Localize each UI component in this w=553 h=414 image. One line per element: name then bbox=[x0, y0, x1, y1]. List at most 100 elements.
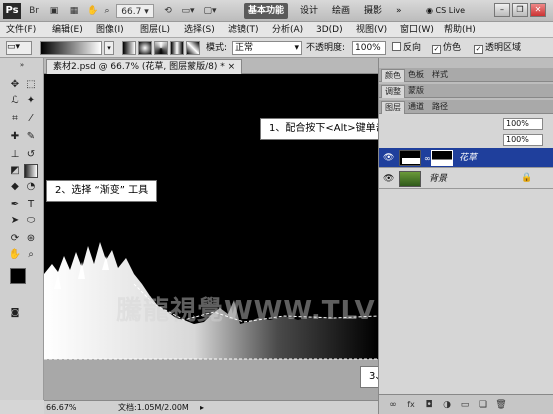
menu-edit[interactable]: 编辑(E) bbox=[52, 24, 83, 36]
tab-masks[interactable]: 蒙版 bbox=[405, 85, 427, 98]
move-tool-icon[interactable]: ✥ bbox=[8, 78, 22, 92]
tool-preset-picker[interactable]: ▭▾ bbox=[6, 41, 32, 55]
reverse-checkbox[interactable]: 反向 bbox=[392, 42, 421, 54]
transparency-checkbox-box[interactable]: ✓ bbox=[474, 45, 483, 54]
diamond-gradient-button[interactable] bbox=[186, 41, 200, 55]
tab-paths[interactable]: 路径 bbox=[429, 101, 451, 114]
zoom-tool-icon[interactable]: ⌕ bbox=[24, 248, 38, 262]
marquee-tool-icon[interactable]: ⬚ bbox=[24, 78, 38, 92]
3d-rotate-tool-icon[interactable]: ⟳ bbox=[8, 232, 22, 246]
menu-view[interactable]: 视图(V) bbox=[356, 24, 387, 36]
blur-tool-icon[interactable]: ◆ bbox=[8, 180, 22, 194]
tab-swatches[interactable]: 色板 bbox=[405, 69, 427, 82]
eye-icon[interactable]: 👁 bbox=[383, 153, 394, 163]
menu-layer[interactable]: 图层(L) bbox=[140, 24, 170, 36]
workspace-essentials-button[interactable]: 基本功能 bbox=[244, 3, 289, 19]
crop-tool-icon[interactable]: ⌗ bbox=[8, 112, 22, 126]
linear-gradient-button[interactable] bbox=[122, 41, 136, 55]
gradient-tool-icon[interactable] bbox=[24, 164, 38, 178]
radial-gradient-button[interactable] bbox=[138, 41, 152, 55]
zoom-view-icon[interactable]: ⌕ bbox=[100, 4, 114, 18]
menu-filter[interactable]: 滤镜(T) bbox=[228, 24, 259, 36]
pen-tool-icon[interactable]: ✒ bbox=[8, 198, 22, 212]
layer-fill-input[interactable]: 100% bbox=[503, 134, 543, 146]
hand-tool-icon[interactable]: ✋ bbox=[8, 248, 22, 262]
hand-view-icon[interactable]: ✋ bbox=[86, 4, 100, 18]
bridge-icon[interactable]: Br bbox=[26, 4, 42, 18]
close-button[interactable]: ✕ bbox=[530, 3, 546, 17]
menu-image[interactable]: 图像(I) bbox=[96, 24, 124, 36]
zoom-status[interactable]: 66.67% bbox=[46, 401, 77, 414]
mode-select[interactable]: 正常 ▾ bbox=[232, 41, 302, 55]
angle-gradient-button[interactable] bbox=[154, 41, 168, 55]
opacity-input[interactable]: 100% bbox=[352, 41, 386, 55]
layer-thumbnail[interactable] bbox=[399, 171, 421, 187]
shape-tool-icon[interactable]: ⬭ bbox=[24, 214, 38, 228]
layer-opacity-input[interactable]: 100% bbox=[503, 118, 543, 130]
gradient-picker-arrow[interactable]: ▾ bbox=[104, 41, 114, 55]
gradient-picker[interactable] bbox=[40, 41, 102, 55]
3d-orbit-tool-icon[interactable]: ⊛ bbox=[24, 232, 38, 246]
magic-wand-tool-icon[interactable]: ✦ bbox=[24, 94, 38, 108]
tools-collapse-icon[interactable]: » bbox=[4, 62, 40, 69]
minimize-button[interactable]: – bbox=[494, 3, 510, 17]
workspace-photography-button[interactable]: 摄影 bbox=[360, 3, 386, 19]
menu-3d[interactable]: 3D(D) bbox=[316, 24, 343, 36]
tab-layers[interactable]: 图层 bbox=[381, 101, 405, 114]
cs-live-button[interactable]: ◉ CS Live bbox=[422, 3, 469, 19]
history-brush-tool-icon[interactable]: ↺ bbox=[24, 148, 38, 162]
layer-name-huacao[interactable]: 花草 bbox=[459, 152, 477, 164]
tab-color[interactable]: 颜色 bbox=[381, 69, 405, 82]
new-group-icon[interactable]: ▭ bbox=[459, 399, 471, 411]
transparency-checkbox[interactable]: ✓ 透明区域 bbox=[474, 42, 521, 54]
tab-styles[interactable]: 样式 bbox=[429, 69, 451, 82]
layer-row-huacao[interactable]: 👁 ∞ 花草 bbox=[379, 148, 553, 168]
menu-window[interactable]: 窗口(W) bbox=[400, 24, 434, 36]
menu-file[interactable]: 文件(F) bbox=[6, 24, 36, 36]
delete-layer-icon[interactable]: 🗑 bbox=[495, 399, 507, 411]
menu-analysis[interactable]: 分析(A) bbox=[272, 24, 303, 36]
quick-mask-icon[interactable]: ◙ bbox=[8, 306, 22, 320]
tab-channels[interactable]: 通道 bbox=[405, 101, 427, 114]
dodge-tool-icon[interactable]: ◔ bbox=[24, 180, 38, 194]
workspace-painting-button[interactable]: 绘画 bbox=[328, 3, 354, 19]
adjustment-layer-icon[interactable]: ◑ bbox=[441, 399, 453, 411]
dither-checkbox-box[interactable]: ✓ bbox=[432, 45, 441, 54]
guides-icon[interactable]: ▦ bbox=[66, 4, 82, 18]
menu-help[interactable]: 帮助(H) bbox=[444, 24, 476, 36]
document-tab[interactable]: 素材2.psd @ 66.7% (花草, 图层蒙版/8) * × bbox=[46, 59, 243, 74]
rotate-view-icon[interactable]: ⟲ bbox=[160, 4, 176, 18]
layer-name-background[interactable]: 背景 bbox=[429, 173, 447, 185]
status-arrow-icon[interactable]: ▸ bbox=[200, 401, 204, 414]
workspace-design-button[interactable]: 设计 bbox=[296, 3, 322, 19]
reflected-gradient-button[interactable] bbox=[170, 41, 184, 55]
minibridge-icon[interactable]: ▣ bbox=[46, 4, 62, 18]
eye-icon[interactable]: 👁 bbox=[383, 174, 394, 184]
workspace-more-button[interactable]: » bbox=[392, 3, 406, 19]
arrange-docs-icon[interactable]: ▭▾ bbox=[178, 4, 198, 18]
reverse-checkbox-box[interactable] bbox=[392, 42, 401, 51]
brush-tool-icon[interactable]: ✎ bbox=[24, 130, 38, 144]
type-tool-icon[interactable]: T bbox=[24, 198, 38, 212]
path-selection-tool-icon[interactable]: ➤ bbox=[8, 214, 22, 228]
eraser-tool-icon[interactable]: ◩ bbox=[8, 164, 22, 178]
canvas-area[interactable]: 騰龍視覺WWW.TLVI.NET 1、配合按下<Alt>键单击图层蒙版缩览图 2… bbox=[44, 74, 378, 400]
dither-checkbox[interactable]: ✓ 仿色 bbox=[432, 42, 461, 54]
add-mask-icon[interactable]: ◘ bbox=[423, 399, 435, 411]
restore-button[interactable]: ❐ bbox=[512, 3, 528, 17]
layer-mask-thumbnail[interactable] bbox=[431, 150, 453, 166]
clone-stamp-tool-icon[interactable]: ⊥ bbox=[8, 148, 22, 162]
tab-adjustments[interactable]: 调整 bbox=[381, 85, 405, 98]
chain-icon[interactable]: ∞ bbox=[424, 154, 431, 163]
screen-mode-icon[interactable]: ▢▾ bbox=[200, 4, 220, 18]
new-layer-icon[interactable]: ❏ bbox=[477, 399, 489, 411]
menu-select[interactable]: 选择(S) bbox=[184, 24, 215, 36]
foreground-color-swatch[interactable] bbox=[10, 268, 26, 284]
lasso-tool-icon[interactable]: ℒ bbox=[8, 94, 22, 108]
layer-thumbnail[interactable] bbox=[399, 150, 421, 166]
link-layers-icon[interactable]: ∞ bbox=[387, 399, 399, 411]
eyedropper-tool-icon[interactable]: ⁄ bbox=[24, 112, 38, 126]
zoom-level-select[interactable]: 66.7 ▾ bbox=[116, 4, 154, 18]
healing-tool-icon[interactable]: ✚ bbox=[8, 130, 22, 144]
layer-style-icon[interactable]: fx bbox=[405, 399, 417, 411]
